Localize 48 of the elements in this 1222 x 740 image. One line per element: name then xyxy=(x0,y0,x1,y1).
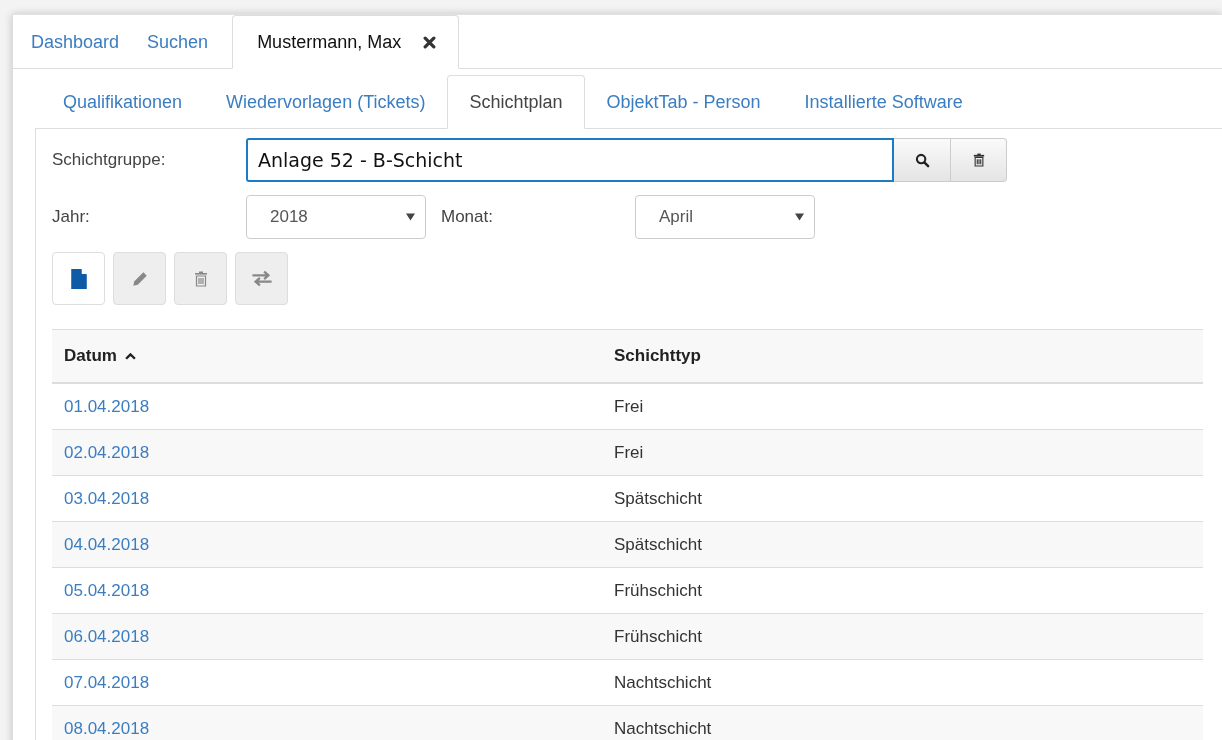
tab[interactable]: Wiedervorlagen (Tickets) xyxy=(204,75,448,129)
date-link[interactable]: 08.04.2018 xyxy=(64,718,150,738)
field-label: Monat: xyxy=(441,207,494,227)
tab[interactable]: Mustermann, Max xyxy=(232,15,460,69)
document-icon xyxy=(70,268,87,289)
input-field[interactable]: Anlage 52 - B-Schicht xyxy=(246,138,894,182)
table-cell-text: Nachtschicht xyxy=(613,672,712,693)
trash-icon xyxy=(972,153,985,167)
tab[interactable]: Suchen xyxy=(133,15,223,69)
field-label: Schichtgruppe: xyxy=(52,150,167,170)
table-cell-text: Nachtschicht xyxy=(613,718,712,739)
table-cell-text: Spätschicht xyxy=(613,488,702,509)
table-row[interactable]: 06.04.2018 Frühschicht xyxy=(52,614,1203,660)
new-button[interactable] xyxy=(52,252,105,305)
table-cell-text: Spätschicht xyxy=(613,534,702,555)
date-link[interactable]: 04.04.2018 xyxy=(64,534,150,554)
table-row[interactable]: 04.04.2018 Spätschicht xyxy=(52,522,1203,568)
field-label: Jahr: xyxy=(52,207,91,227)
date-link[interactable]: 01.04.2018 xyxy=(64,396,150,416)
date-link[interactable]: 06.04.2018 xyxy=(64,626,150,646)
swap-arrows-icon xyxy=(250,270,273,287)
trash-icon xyxy=(193,270,208,287)
tab[interactable]: Installierte Software xyxy=(782,75,985,129)
tab[interactable]: Qualifikationen xyxy=(41,75,205,129)
table-cell-text: Frei xyxy=(613,442,644,463)
year-dropdown[interactable]: 2018 xyxy=(246,195,426,239)
close-icon[interactable] xyxy=(423,35,437,49)
table-row[interactable]: 08.04.2018 Nachtschicht xyxy=(52,706,1203,740)
table-cell-text: Frühschicht xyxy=(613,580,702,601)
caret-icon xyxy=(406,213,415,221)
caret-icon xyxy=(795,213,804,221)
search-button[interactable] xyxy=(894,138,951,182)
date-link[interactable]: 07.04.2018 xyxy=(64,672,150,692)
tab[interactable]: ObjektTab - Person xyxy=(584,75,783,129)
delete-button[interactable] xyxy=(951,138,1007,182)
table-cell-text: Frei xyxy=(613,396,644,417)
date-link[interactable]: 05.04.2018 xyxy=(64,580,150,600)
search-icon xyxy=(914,152,930,168)
pencil-icon xyxy=(130,269,149,288)
tab[interactable]: Dashboard xyxy=(17,15,134,69)
column-header[interactable]: Schichttyp xyxy=(602,346,701,366)
date-link[interactable]: 03.04.2018 xyxy=(64,488,150,508)
month-dropdown[interactable]: April xyxy=(635,195,815,239)
column-header[interactable]: Datum xyxy=(52,346,602,366)
table-row[interactable]: 02.04.2018 Frei xyxy=(52,430,1203,476)
date-link[interactable]: 02.04.2018 xyxy=(64,442,150,462)
table-cell-text: Frühschicht xyxy=(613,626,702,647)
tab[interactable]: Schichtplan xyxy=(447,75,585,129)
